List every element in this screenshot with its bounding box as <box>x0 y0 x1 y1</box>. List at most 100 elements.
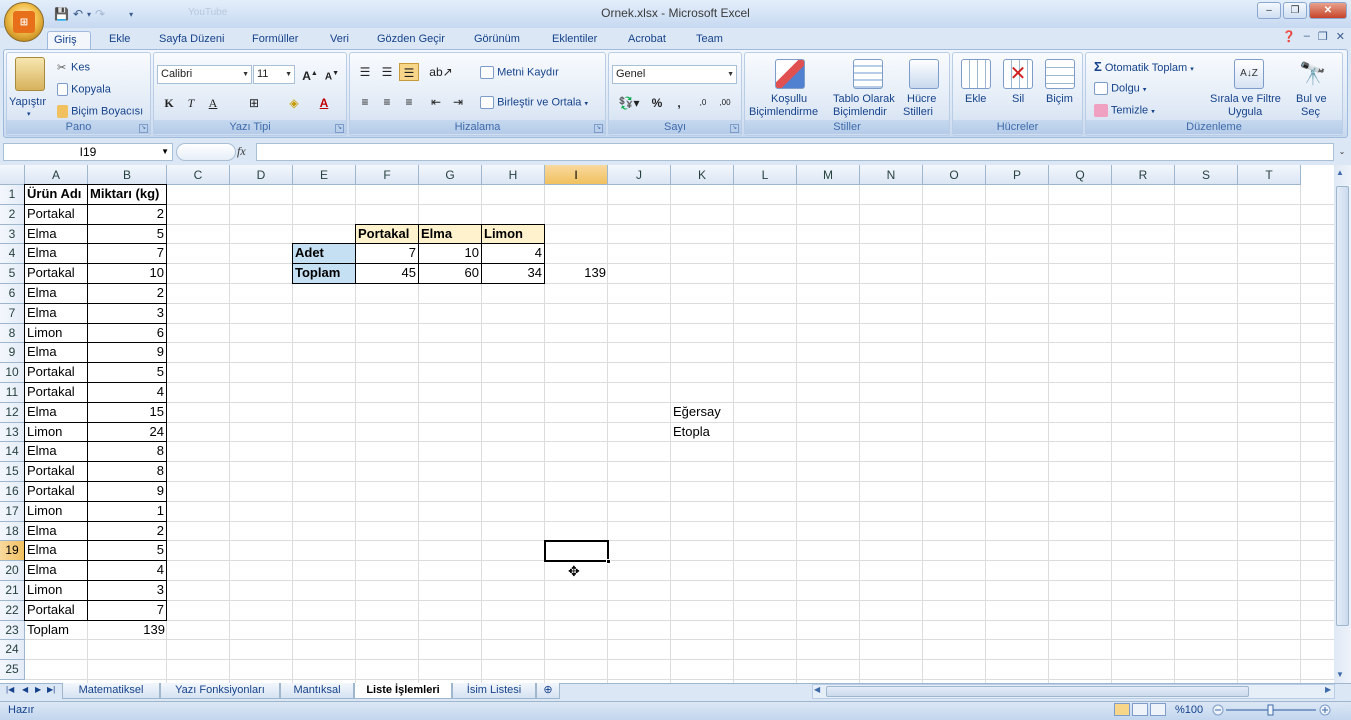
column-header-b[interactable]: B <box>88 165 167 185</box>
qty-cell[interactable]: 8 <box>87 461 167 482</box>
row-header-20[interactable]: 20 <box>0 561 25 581</box>
qty-cell[interactable]: 2 <box>87 283 167 304</box>
summary-label-cell[interactable]: Adet <box>292 243 356 265</box>
shrink-font-icon[interactable]: A▼ <box>322 65 342 83</box>
column-header-e[interactable]: E <box>293 165 356 185</box>
qty-cell[interactable]: 3 <box>87 302 167 324</box>
product-cell[interactable]: Portakal <box>24 362 88 383</box>
row-header-1[interactable]: 1 <box>0 185 25 205</box>
row-header-25[interactable]: 25 <box>0 660 25 680</box>
number-format-combo[interactable]: Genel ▼ <box>612 65 737 84</box>
paste-icon[interactable] <box>15 57 45 91</box>
conditional-format-label2[interactable]: Biçimlendirme <box>749 106 818 118</box>
product-cell[interactable]: Elma <box>24 302 88 324</box>
sheet-tab[interactable]: İsim Listesi <box>452 683 536 699</box>
product-cell[interactable]: Portakal <box>24 203 88 225</box>
row-header-5[interactable]: 5 <box>0 264 25 284</box>
row-header-10[interactable]: 10 <box>0 363 25 383</box>
qty-cell[interactable]: 10 <box>87 263 167 284</box>
insert-sheet-icon[interactable]: ⊕ <box>536 683 560 699</box>
product-cell[interactable]: Elma <box>24 283 88 304</box>
dialog-launcher-icon[interactable]: ↘ <box>594 124 603 133</box>
tab-gozden-gecir[interactable]: Gözden Geçir <box>371 31 451 50</box>
column-header-p[interactable]: P <box>986 165 1049 185</box>
product-cell[interactable]: Elma <box>24 540 88 562</box>
row-header-13[interactable]: 13 <box>0 422 25 443</box>
fill-button[interactable]: Dolgu ▾ <box>1094 82 1146 95</box>
header-cell-product[interactable]: Ürün Adı <box>24 184 88 205</box>
dialog-launcher-icon[interactable]: ↘ <box>730 124 739 133</box>
fill-handle[interactable] <box>606 559 611 565</box>
delete-cells-button[interactable]: Sil <box>1012 93 1024 105</box>
summary-count-cell[interactable]: 4 <box>481 243 545 265</box>
note-cell[interactable]: Etopla <box>671 423 734 443</box>
fill-color-icon[interactable]: ◈ <box>284 94 304 112</box>
product-cell[interactable]: Portakal <box>24 382 88 403</box>
column-header-m[interactable]: M <box>797 165 860 185</box>
align-right-icon[interactable]: ≡ <box>399 93 419 111</box>
align-center-icon[interactable]: ≡ <box>377 93 397 111</box>
align-bottom-icon[interactable]: ☰ <box>399 63 419 81</box>
grow-font-icon[interactable]: A▲ <box>300 65 320 83</box>
row-header-8[interactable]: 8 <box>0 323 25 344</box>
percent-button[interactable]: % <box>647 94 667 112</box>
row-header-22[interactable]: 22 <box>0 600 25 621</box>
expand-formula-icon[interactable]: ⌄ <box>1336 143 1348 161</box>
find-select-label2[interactable]: Seç <box>1301 106 1320 118</box>
qty-cell[interactable]: 5 <box>87 540 167 562</box>
scroll-right-icon[interactable]: ▶ <box>1325 685 1331 694</box>
column-header-g[interactable]: G <box>419 165 482 185</box>
increase-indent-icon[interactable]: ⇥ <box>448 93 468 111</box>
page-layout-icon[interactable] <box>1132 703 1148 716</box>
copy-button[interactable]: Kopyala <box>57 83 111 96</box>
align-middle-icon[interactable]: ☰ <box>377 63 397 81</box>
zoom-slider[interactable] <box>1212 704 1332 716</box>
orientation-icon[interactable]: ab↗ <box>426 63 456 81</box>
column-header-c[interactable]: C <box>167 165 230 185</box>
next-sheet-icon[interactable]: ▶ <box>35 685 41 694</box>
product-cell[interactable]: Elma <box>24 243 88 265</box>
sort-filter-label2[interactable]: Uygula <box>1228 106 1262 118</box>
tab-giris[interactable]: Giriş <box>47 31 91 51</box>
sheet-tab[interactable]: Yazı Fonksiyonları <box>160 683 280 699</box>
underline-button[interactable]: A <box>203 94 223 112</box>
bold-button[interactable]: K <box>159 94 179 112</box>
paste-button[interactable]: Yapıştır <box>9 96 46 108</box>
column-header-r[interactable]: R <box>1112 165 1175 185</box>
header-cell-qty[interactable]: Miktarı (kg) <box>87 184 167 205</box>
grand-total-cell[interactable]: 139 <box>545 264 608 284</box>
close-icon[interactable]: ✕ <box>1309 2 1347 19</box>
column-header-f[interactable]: F <box>356 165 419 185</box>
row-header-9[interactable]: 9 <box>0 343 25 364</box>
product-cell[interactable]: Limon <box>24 580 88 601</box>
total-label-cell[interactable]: Toplam <box>25 621 88 641</box>
qty-cell[interactable]: 9 <box>87 342 167 364</box>
product-cell[interactable]: Elma <box>24 401 88 423</box>
row-header-12[interactable]: 12 <box>0 402 25 423</box>
row-header-7[interactable]: 7 <box>0 303 25 324</box>
tab-eklentiler[interactable]: Eklentiler <box>546 31 603 50</box>
tab-formuller[interactable]: Formüller <box>246 31 304 50</box>
column-header-o[interactable]: O <box>923 165 986 185</box>
insert-cells-button[interactable]: Ekle <box>965 93 986 105</box>
summary-header-cell[interactable]: Portakal <box>355 223 419 245</box>
product-cell[interactable]: Elma <box>24 342 88 364</box>
spreadsheet-grid[interactable]: ABCDEFGHIJKLMNOPQRST 1 2 3 4 5 6 7 8 9 10 11 12 13 14… <box>0 165 1334 683</box>
cell-styles-label2[interactable]: Stilleri <box>903 106 933 118</box>
total-value-cell[interactable]: 139 <box>88 621 167 641</box>
wrap-text-button[interactable]: Metni Kaydır <box>480 66 559 79</box>
row-header-3[interactable]: 3 <box>0 224 25 245</box>
summary-count-cell[interactable]: 10 <box>418 243 482 265</box>
scroll-down-icon[interactable]: ▼ <box>1336 670 1344 679</box>
tab-team[interactable]: Team <box>690 31 729 50</box>
product-cell[interactable]: Portakal <box>24 481 88 502</box>
autosum-button[interactable]: Σ Otomatik Toplam ▾ <box>1094 59 1194 74</box>
currency-icon[interactable]: 💱▾ <box>615 94 643 112</box>
product-cell[interactable]: Limon <box>24 322 88 344</box>
dialog-launcher-icon[interactable]: ↘ <box>139 124 148 133</box>
row-header-21[interactable]: 21 <box>0 581 25 601</box>
tab-sayfa-duzeni[interactable]: Sayfa Düzeni <box>153 31 230 50</box>
qty-cell[interactable]: 7 <box>87 243 167 265</box>
summary-count-cell[interactable]: 7 <box>355 243 419 265</box>
help-icon[interactable]: ❓ <box>1282 30 1296 43</box>
